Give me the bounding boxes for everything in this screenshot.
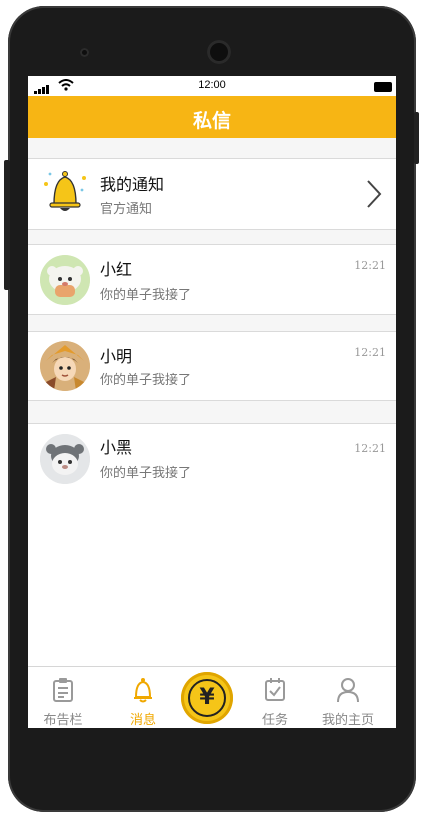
tab-profile[interactable]: 我的主页 [313,667,383,728]
yuan-icon[interactable]: ¥ [181,672,233,724]
message-time: 12:21 [354,442,386,455]
tab-label: 任务 [261,713,288,728]
screen: 12:00 私信 我的通知 官方通知 小红 你的单子我接了 12:21 小明 你… [28,76,396,728]
battery-icon [374,82,392,92]
message-row-xiaohong[interactable]: 小红 你的单子我接了 12:21 [28,244,396,315]
task-check-icon [265,678,285,701]
tab-label: 消息 [129,713,156,728]
message-preview: 你的单子我接了 [100,373,192,388]
bell-icon [44,171,86,211]
user-icon [337,678,359,703]
tab-messages[interactable]: 消息 [108,667,178,728]
message-time: 12:21 [354,346,386,359]
contact-name: 小明 [100,347,133,366]
notification-row[interactable]: 我的通知 官方通知 [28,158,396,230]
chevron-right-icon[interactable] [366,179,382,209]
contact-name: 小红 [100,260,133,279]
tab-label: 布告栏 [43,713,83,728]
tab-tasks[interactable]: 任务 [240,667,310,728]
avatar [40,434,90,484]
bell-icon [134,678,152,703]
message-preview: 你的单子我接了 [100,466,192,481]
power-button [414,112,419,164]
status-bar: 12:00 [28,76,396,96]
clipboard-icon [53,678,73,702]
message-row-xiaohei[interactable]: 小黑 你的单子我接了 12:21 [28,423,396,494]
message-list: 我的通知 官方通知 小红 你的单子我接了 12:21 小明 你的单子我接了 12… [28,138,396,666]
tab-label: 我的主页 [321,713,374,728]
list-empty-area [28,493,396,666]
message-preview: 你的单子我接了 [100,288,192,303]
avatar [40,341,90,391]
app-bar: 私信 [28,96,396,138]
tab-bulletin[interactable]: 布告栏 [28,667,98,728]
notification-title: 我的通知 [100,175,165,194]
center-button-symbol: ¥ [188,679,226,717]
page-title: 私信 [192,110,231,132]
message-row-xiaoming[interactable]: 小明 你的单子我接了 12:21 [28,331,396,401]
bottom-tab-bar: 布告栏 消息 ¥ 任务 我的主页 [28,666,396,728]
front-camera [80,48,89,57]
avatar [40,255,90,305]
message-time: 12:21 [354,259,386,272]
volume-button [4,160,10,290]
contact-name: 小黑 [100,438,133,457]
earpiece-speaker [207,40,231,64]
status-time: 12:00 [198,79,226,91]
notification-subtitle: 官方通知 [100,202,153,217]
